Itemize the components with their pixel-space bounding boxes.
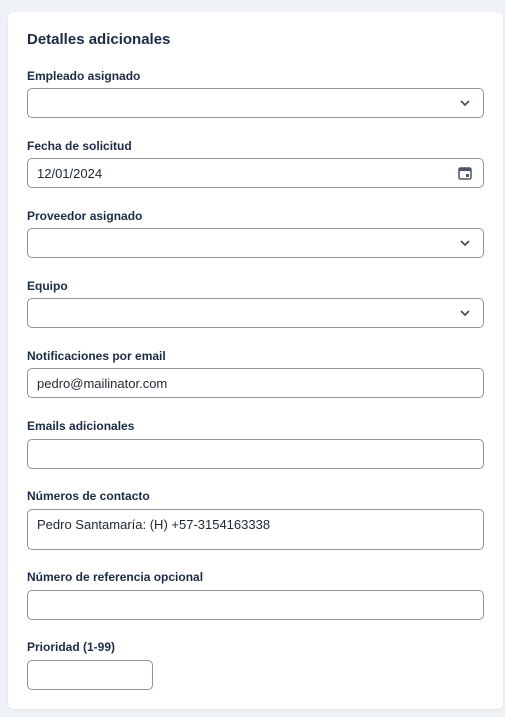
contact-numbers-textarea[interactable]: Pedro Santamaría: (H) +57-3154163338: [27, 509, 484, 550]
request-date-input[interactable]: 12/01/2024: [27, 158, 484, 188]
team-select[interactable]: [27, 298, 484, 328]
email-notifications-input[interactable]: pedro@mailinator.com: [27, 368, 484, 398]
chevron-down-icon: [460, 100, 470, 107]
employee-label: Empleado asignado: [27, 69, 141, 83]
provider-label: Proveedor asignado: [27, 209, 143, 223]
calendar-icon[interactable]: [457, 165, 473, 181]
reference-number-label: Número de referencia opcional: [27, 570, 204, 584]
request-date-value: 12/01/2024: [37, 166, 103, 181]
employee-select[interactable]: [27, 88, 484, 118]
contact-numbers-label: Números de contacto: [27, 489, 150, 503]
additional-details-card: Detalles adicionales Empleado asignado F…: [8, 12, 503, 709]
provider-select[interactable]: [27, 228, 484, 258]
chevron-down-icon: [460, 240, 470, 247]
email-notifications-value: pedro@mailinator.com: [37, 376, 168, 391]
section-title: Detalles adicionales: [27, 31, 171, 48]
team-label: Equipo: [27, 279, 68, 293]
additional-emails-input[interactable]: [27, 439, 484, 469]
request-date-label: Fecha de solicitud: [27, 139, 132, 153]
reference-number-input[interactable]: [27, 590, 484, 620]
priority-label: Prioridad (1-99): [27, 640, 116, 654]
priority-input[interactable]: [27, 660, 153, 690]
email-notifications-label: Notificaciones por email: [27, 349, 166, 363]
chevron-down-icon: [460, 310, 470, 317]
contact-numbers-value: Pedro Santamaría: (H) +57-3154163338: [37, 517, 271, 532]
additional-emails-label: Emails adicionales: [27, 419, 135, 433]
